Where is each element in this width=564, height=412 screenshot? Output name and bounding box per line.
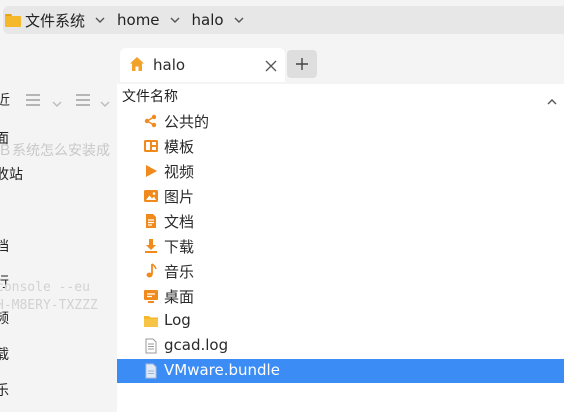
text-file-icon xyxy=(143,338,159,354)
file-name: 下载 xyxy=(164,238,195,256)
location-bar: 文件系统 home halo xyxy=(0,0,564,40)
file-name: VMware.bundle xyxy=(164,361,280,379)
background-sidebar-item: 载 xyxy=(0,344,9,364)
file-name: Log xyxy=(164,311,191,329)
chevron-down-icon xyxy=(52,92,62,111)
background-toolbar-label: 近 xyxy=(0,90,10,110)
plus-icon xyxy=(296,58,308,70)
template-icon xyxy=(143,138,159,154)
background-faint-text: Ｂ系统怎么安装成 xyxy=(0,143,110,159)
download-icon xyxy=(143,238,159,254)
chevron-down-icon[interactable] xyxy=(232,6,246,34)
list-view-icon xyxy=(76,94,90,106)
music-icon xyxy=(143,263,159,279)
breadcrumb-label: 文件系统 xyxy=(25,11,86,30)
video-icon xyxy=(143,163,159,179)
close-icon[interactable] xyxy=(264,58,278,72)
breadcrumb-item-halo[interactable]: halo xyxy=(188,6,228,34)
background-console-line: console --eu xyxy=(0,280,90,295)
tab-label: halo xyxy=(153,56,186,74)
file-name: 视频 xyxy=(164,163,195,181)
breadcrumb-item-home[interactable]: home xyxy=(113,6,164,34)
document-icon xyxy=(143,213,159,229)
new-tab-button[interactable] xyxy=(287,50,317,78)
file-row[interactable]: 下载 xyxy=(117,234,564,258)
column-header-name[interactable]: 文件名称 xyxy=(117,84,564,108)
breadcrumb-label: halo xyxy=(191,11,224,29)
background-sidebar-item: 频 xyxy=(0,308,9,328)
file-list: 文件名称 公共的 模板 视频 图片 文档 下载 音乐 桌面 Log gcad.l… xyxy=(117,84,564,412)
file-name: 音乐 xyxy=(164,263,195,281)
chevron-down-icon xyxy=(100,92,110,111)
desktop-icon xyxy=(143,288,159,304)
background-sidebar-item: 档 xyxy=(0,236,9,256)
folder-icon xyxy=(5,13,21,27)
file-name: 公共的 xyxy=(164,113,210,131)
file-row[interactable]: 音乐 xyxy=(117,259,564,283)
chevron-down-icon[interactable] xyxy=(93,6,107,34)
tab-strip: halo xyxy=(117,40,564,84)
breadcrumb-label: home xyxy=(117,11,160,29)
home-icon xyxy=(129,56,145,72)
breadcrumb: 文件系统 home halo xyxy=(3,6,564,34)
background-window: 近 面 Ｂ系统怎么安装成 收站 档 行 console --eu H-M8ERY… xyxy=(0,40,118,412)
file-row[interactable]: Log xyxy=(117,309,564,333)
file-name: 桌面 xyxy=(164,288,195,306)
background-console-line: H-M8ERY-TXZZZ xyxy=(0,298,98,313)
file-name: 模板 xyxy=(164,138,195,156)
picture-icon xyxy=(143,188,159,204)
file-name: gcad.log xyxy=(164,336,229,354)
file-icon xyxy=(143,363,159,379)
breadcrumb-item-filesystem[interactable]: 文件系统 xyxy=(3,6,89,34)
file-row[interactable]: 模板 xyxy=(117,134,564,158)
background-sidebar-item: 收站 xyxy=(0,167,23,183)
file-row[interactable]: 视频 xyxy=(117,159,564,183)
file-row[interactable]: 文档 xyxy=(117,209,564,233)
file-row[interactable]: gcad.log xyxy=(117,334,564,358)
file-row[interactable]: 公共的 xyxy=(117,109,564,133)
file-row[interactable]: 桌面 xyxy=(117,284,564,308)
chevron-down-icon[interactable] xyxy=(168,6,182,34)
share-icon xyxy=(143,113,159,129)
file-row[interactable]: 图片 xyxy=(117,184,564,208)
file-name: 文档 xyxy=(164,213,195,231)
sort-ascending-icon[interactable] xyxy=(547,90,557,109)
background-toolbar: 近 xyxy=(0,84,117,114)
file-row-selected[interactable]: VMware.bundle xyxy=(117,359,564,383)
folder-icon xyxy=(143,313,159,329)
background-sidebar-item: 乐 xyxy=(0,380,9,400)
file-name: 图片 xyxy=(164,188,195,206)
list-view-icon xyxy=(26,94,40,106)
tab-halo[interactable]: halo xyxy=(120,48,285,82)
column-header-label: 文件名称 xyxy=(122,89,178,105)
